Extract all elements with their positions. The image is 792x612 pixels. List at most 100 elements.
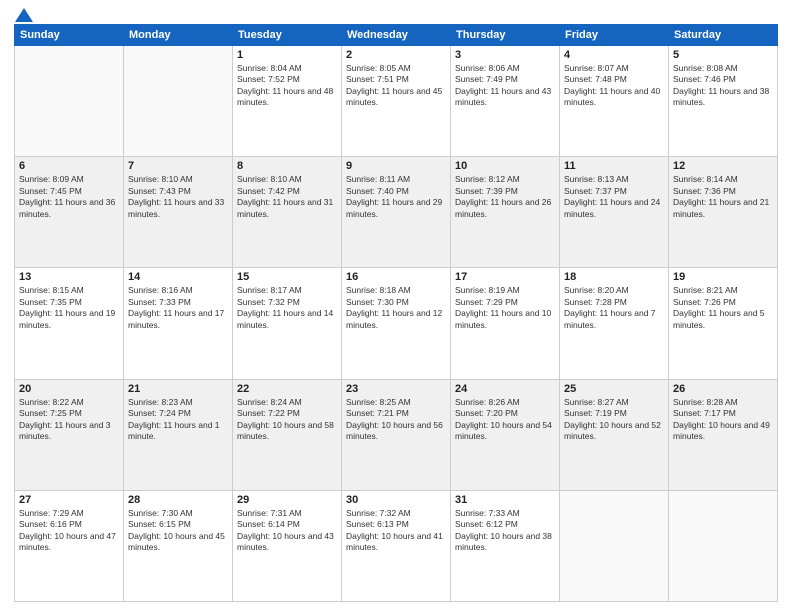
day-info: Sunrise: 8:15 AM Sunset: 7:35 PM Dayligh…	[19, 285, 119, 331]
logo	[14, 10, 33, 18]
calendar-cell: 19 Sunrise: 8:21 AM Sunset: 7:26 PM Dayli…	[669, 268, 778, 379]
day-info: Sunrise: 8:21 AM Sunset: 7:26 PM Dayligh…	[673, 285, 773, 331]
header-friday: Friday	[560, 25, 669, 46]
calendar-cell: 20 Sunrise: 8:22 AM Sunset: 7:25 PM Dayli…	[15, 379, 124, 490]
day-info: Sunrise: 8:28 AM Sunset: 7:17 PM Dayligh…	[673, 397, 773, 443]
day-info: Sunrise: 8:04 AM Sunset: 7:52 PM Dayligh…	[237, 63, 337, 109]
calendar-cell: 26 Sunrise: 8:28 AM Sunset: 7:17 PM Dayli…	[669, 379, 778, 490]
day-number: 3	[455, 49, 555, 61]
day-number: 5	[673, 49, 773, 61]
calendar-cell: 4 Sunrise: 8:07 AM Sunset: 7:48 PM Daylig…	[560, 46, 669, 157]
calendar-cell: 16Sunrise: 8:18 AM Sunset: 7:30 PM Dayli…	[342, 268, 451, 379]
day-info: Sunrise: 8:26 AM Sunset: 7:20 PM Dayligh…	[455, 397, 555, 443]
calendar-cell: 21 Sunrise: 8:23 AM Sunset: 7:24 PM Dayli…	[124, 379, 233, 490]
day-number: 4	[564, 49, 664, 61]
day-number: 19	[673, 271, 773, 283]
day-number: 9	[346, 160, 446, 172]
calendar-header-row: SundayMondayTuesdayWednesdayThursdayFrid…	[15, 25, 778, 46]
header-thursday: Thursday	[451, 25, 560, 46]
day-info: Sunrise: 8:10 AM Sunset: 7:43 PM Dayligh…	[128, 174, 228, 220]
calendar-table: SundayMondayTuesdayWednesdayThursdayFrid…	[14, 24, 778, 602]
calendar-cell	[124, 46, 233, 157]
calendar-row-2: 13 Sunrise: 8:15 AM Sunset: 7:35 PM Dayli…	[15, 268, 778, 379]
calendar-row-0: 1 Sunrise: 8:04 AM Sunset: 7:52 PM Daylig…	[15, 46, 778, 157]
calendar-cell: 30 Sunrise: 7:32 AM Sunset: 6:13 PM Dayli…	[342, 490, 451, 601]
header-wednesday: Wednesday	[342, 25, 451, 46]
day-number: 30	[346, 494, 446, 506]
calendar-cell: 2Sunrise: 8:05 AM Sunset: 7:51 PM Daylig…	[342, 46, 451, 157]
calendar-cell: 29 Sunrise: 7:31 AM Sunset: 6:14 PM Dayli…	[233, 490, 342, 601]
day-number: 11	[564, 160, 664, 172]
calendar-cell: 17 Sunrise: 8:19 AM Sunset: 7:29 PM Dayli…	[451, 268, 560, 379]
day-info: Sunrise: 8:19 AM Sunset: 7:29 PM Dayligh…	[455, 285, 555, 331]
day-info: Sunrise: 8:20 AM Sunset: 7:28 PM Dayligh…	[564, 285, 664, 331]
calendar-cell: 3Sunrise: 8:06 AM Sunset: 7:49 PM Daylig…	[451, 46, 560, 157]
calendar-cell	[15, 46, 124, 157]
day-number: 20	[19, 383, 119, 395]
day-number: 23	[346, 383, 446, 395]
calendar-cell: 10 Sunrise: 8:12 AM Sunset: 7:39 PM Dayli…	[451, 157, 560, 268]
day-number: 31	[455, 494, 555, 506]
day-info: Sunrise: 8:13 AM Sunset: 7:37 PM Dayligh…	[564, 174, 664, 220]
calendar-row-1: 6Sunrise: 8:09 AM Sunset: 7:45 PM Daylig…	[15, 157, 778, 268]
day-number: 28	[128, 494, 228, 506]
calendar-cell: 27 Sunrise: 7:29 AM Sunset: 6:16 PM Dayli…	[15, 490, 124, 601]
calendar-cell: 5 Sunrise: 8:08 AM Sunset: 7:46 PM Daylig…	[669, 46, 778, 157]
calendar-row-3: 20 Sunrise: 8:22 AM Sunset: 7:25 PM Dayli…	[15, 379, 778, 490]
calendar-row-4: 27 Sunrise: 7:29 AM Sunset: 6:16 PM Dayli…	[15, 490, 778, 601]
header-tuesday: Tuesday	[233, 25, 342, 46]
calendar-cell: 25 Sunrise: 8:27 AM Sunset: 7:19 PM Dayli…	[560, 379, 669, 490]
day-info: Sunrise: 8:12 AM Sunset: 7:39 PM Dayligh…	[455, 174, 555, 220]
calendar-cell: 13 Sunrise: 8:15 AM Sunset: 7:35 PM Dayli…	[15, 268, 124, 379]
day-number: 7	[128, 160, 228, 172]
day-number: 13	[19, 271, 119, 283]
day-number: 1	[237, 49, 337, 61]
day-number: 6	[19, 160, 119, 172]
day-number: 26	[673, 383, 773, 395]
calendar-cell: 18 Sunrise: 8:20 AM Sunset: 7:28 PM Dayli…	[560, 268, 669, 379]
day-info: Sunrise: 8:23 AM Sunset: 7:24 PM Dayligh…	[128, 397, 228, 443]
day-info: Sunrise: 8:16 AM Sunset: 7:33 PM Dayligh…	[128, 285, 228, 331]
day-info: Sunrise: 7:29 AM Sunset: 6:16 PM Dayligh…	[19, 508, 119, 554]
day-info: Sunrise: 8:24 AM Sunset: 7:22 PM Dayligh…	[237, 397, 337, 443]
day-number: 21	[128, 383, 228, 395]
calendar-cell: 11 Sunrise: 8:13 AM Sunset: 7:37 PM Dayli…	[560, 157, 669, 268]
day-number: 17	[455, 271, 555, 283]
calendar-cell: 24 Sunrise: 8:26 AM Sunset: 7:20 PM Dayli…	[451, 379, 560, 490]
day-info: Sunrise: 8:08 AM Sunset: 7:46 PM Dayligh…	[673, 63, 773, 109]
day-info: Sunrise: 7:32 AM Sunset: 6:13 PM Dayligh…	[346, 508, 446, 554]
header-sunday: Sunday	[15, 25, 124, 46]
day-number: 12	[673, 160, 773, 172]
day-info: Sunrise: 8:17 AM Sunset: 7:32 PM Dayligh…	[237, 285, 337, 331]
header-monday: Monday	[124, 25, 233, 46]
calendar-cell: 6Sunrise: 8:09 AM Sunset: 7:45 PM Daylig…	[15, 157, 124, 268]
day-info: Sunrise: 7:33 AM Sunset: 6:12 PM Dayligh…	[455, 508, 555, 554]
calendar-cell: 23 Sunrise: 8:25 AM Sunset: 7:21 PM Dayli…	[342, 379, 451, 490]
day-number: 27	[19, 494, 119, 506]
day-number: 22	[237, 383, 337, 395]
day-number: 10	[455, 160, 555, 172]
calendar-cell: 1 Sunrise: 8:04 AM Sunset: 7:52 PM Daylig…	[233, 46, 342, 157]
day-info: Sunrise: 7:30 AM Sunset: 6:15 PM Dayligh…	[128, 508, 228, 554]
day-info: Sunrise: 8:27 AM Sunset: 7:19 PM Dayligh…	[564, 397, 664, 443]
day-info: Sunrise: 8:05 AM Sunset: 7:51 PM Dayligh…	[346, 63, 446, 109]
calendar-cell	[669, 490, 778, 601]
calendar-cell: 31 Sunrise: 7:33 AM Sunset: 6:12 PM Dayli…	[451, 490, 560, 601]
day-number: 18	[564, 271, 664, 283]
day-number: 14	[128, 271, 228, 283]
calendar-cell: 15Sunrise: 8:17 AM Sunset: 7:32 PM Dayli…	[233, 268, 342, 379]
day-info: Sunrise: 8:25 AM Sunset: 7:21 PM Dayligh…	[346, 397, 446, 443]
calendar-cell: 8Sunrise: 8:10 AM Sunset: 7:42 PM Daylig…	[233, 157, 342, 268]
day-info: Sunrise: 8:22 AM Sunset: 7:25 PM Dayligh…	[19, 397, 119, 443]
day-info: Sunrise: 7:31 AM Sunset: 6:14 PM Dayligh…	[237, 508, 337, 554]
calendar-cell: 12Sunrise: 8:14 AM Sunset: 7:36 PM Dayli…	[669, 157, 778, 268]
page: SundayMondayTuesdayWednesdayThursdayFrid…	[0, 0, 792, 612]
day-number: 25	[564, 383, 664, 395]
day-info: Sunrise: 8:18 AM Sunset: 7:30 PM Dayligh…	[346, 285, 446, 331]
day-number: 29	[237, 494, 337, 506]
calendar-cell: 14 Sunrise: 8:16 AM Sunset: 7:33 PM Dayli…	[124, 268, 233, 379]
day-info: Sunrise: 8:07 AM Sunset: 7:48 PM Dayligh…	[564, 63, 664, 109]
day-number: 24	[455, 383, 555, 395]
calendar-cell: 28 Sunrise: 7:30 AM Sunset: 6:15 PM Dayli…	[124, 490, 233, 601]
day-info: Sunrise: 8:10 AM Sunset: 7:42 PM Dayligh…	[237, 174, 337, 220]
